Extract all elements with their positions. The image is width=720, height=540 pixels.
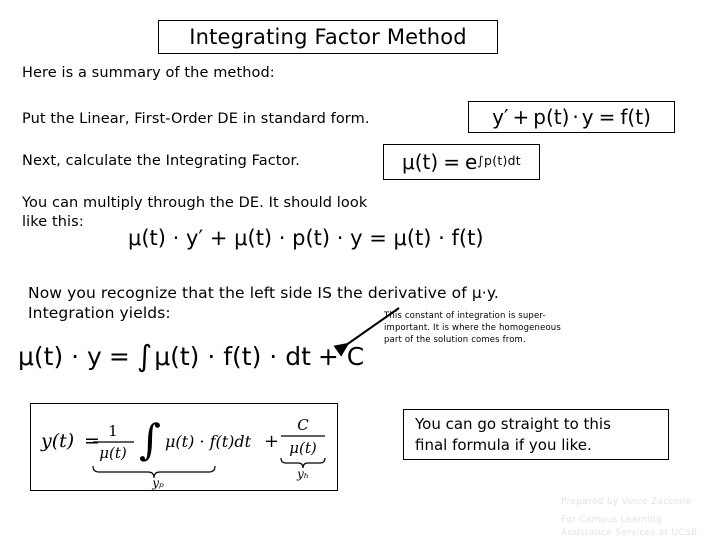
- final-fraction-numerator: 1: [108, 422, 118, 440]
- integral-sign: ∫: [139, 415, 161, 464]
- formula-integrating-factor: μ(t) = e ∫p(t)dt: [402, 150, 521, 174]
- final-c-denominator: μ(t): [289, 439, 317, 457]
- formula-y-prime: y′: [492, 105, 509, 129]
- slide-title-box: Integrating Factor Method: [158, 20, 498, 54]
- formula-exponent-integral: ∫p(t)dt: [477, 153, 521, 169]
- final-label-homogeneous: yₕ: [296, 467, 309, 481]
- final-c-numerator: C: [297, 416, 309, 434]
- formula-p-of-t: p(t): [533, 105, 570, 129]
- step-integrating-factor-text: Next, calculate the Integrating Factor.: [22, 153, 300, 169]
- constant-of-integration-note: This constant of integration is super- i…: [384, 311, 561, 346]
- formula-integrated-lhs: μ(t) · y: [18, 342, 102, 371]
- formula-equals: =: [108, 342, 130, 371]
- final-formula-box: y(t) = 1 μ(t) ∫ μ(t) · f(t)dt + C μ(t) y…: [30, 403, 338, 491]
- formula-f-of-t: f(t): [620, 105, 651, 129]
- formula-integrated-equation: μ(t) · y = ∫ μ(t) · f(t) · dt + C: [18, 338, 365, 374]
- formula-plus-constant: + C: [317, 342, 365, 371]
- callout-text: You can go straight to this final formul…: [415, 414, 611, 454]
- intro-text: Here is a summary of the method:: [22, 65, 275, 81]
- formula-equals: =: [443, 150, 460, 174]
- slide-canvas: Integrating Factor Method Here is a summ…: [0, 0, 720, 540]
- formula-standard-form-box: y′ + p(t) · y = f(t): [468, 101, 675, 133]
- formula-y: y: [581, 105, 594, 129]
- credit-prepared-by: Prepared by Vince Zaccone: [561, 497, 692, 507]
- final-fraction-denominator: μ(t): [99, 444, 127, 462]
- final-plus: +: [264, 431, 279, 452]
- final-formula-graphic: y(t) = 1 μ(t) ∫ μ(t) · f(t)dt + C μ(t) y…: [40, 415, 326, 490]
- formula-plus: +: [512, 105, 530, 129]
- final-label-particular: yₚ: [151, 476, 164, 490]
- step-standard-form-text: Put the Linear, First-Order DE in standa…: [22, 111, 370, 127]
- formula-multiplied-equation: μ(t) · y′ + μ(t) · p(t) · y = μ(t) · f(t…: [128, 226, 484, 250]
- formula-dot: ·: [572, 105, 579, 129]
- formula-integrating-factor-box: μ(t) = e ∫p(t)dt: [383, 144, 540, 180]
- formula-equals: =: [598, 105, 616, 129]
- final-equals: =: [84, 430, 100, 452]
- formula-integrand: μ(t) · f(t) · dt: [154, 342, 311, 371]
- formula-mu-of-t: μ(t): [402, 150, 439, 174]
- final-integrand: μ(t) · f(t)dt: [165, 432, 252, 451]
- formula-base-e: e: [464, 150, 478, 174]
- credit-organization: For Campus Learning Assistance Services …: [561, 515, 698, 539]
- integral-sign: ∫: [136, 339, 153, 374]
- callout-box: You can go straight to this final formul…: [403, 409, 669, 460]
- formula-standard-form: y′ + p(t) · y = f(t): [492, 105, 651, 129]
- final-lhs: y(t): [40, 430, 74, 452]
- page-title: Integrating Factor Method: [189, 24, 467, 49]
